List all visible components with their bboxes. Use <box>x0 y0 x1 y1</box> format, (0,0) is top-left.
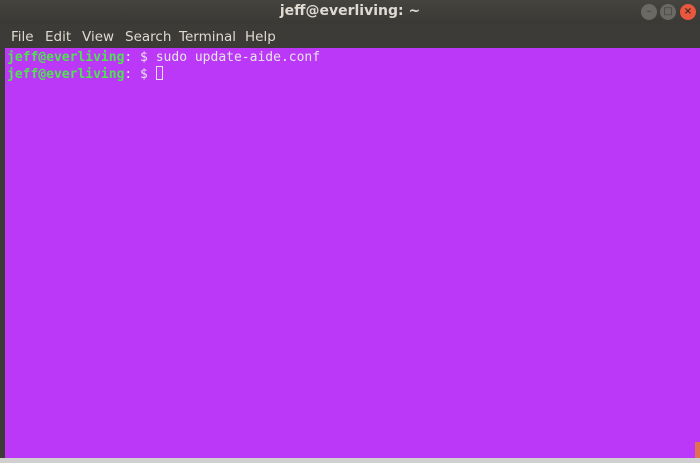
resize-handle[interactable] <box>695 442 700 458</box>
menu-terminal[interactable]: Terminal <box>179 29 236 45</box>
title-bar[interactable]: jeff@everliving: ~ – □ × <box>0 0 700 24</box>
prompt-user: jeff@everliving <box>7 50 125 65</box>
menu-help[interactable]: Help <box>245 29 276 45</box>
menu-file[interactable]: File <box>11 29 34 45</box>
prompt-symbol: $ <box>132 67 156 82</box>
minimize-icon: – <box>646 6 652 17</box>
close-button[interactable]: × <box>680 4 696 20</box>
terminal-line: jeff@everliving: $ <box>5 66 700 83</box>
terminal-area[interactable]: jeff@everliving: $ sudo update-aide.conf… <box>5 48 700 458</box>
maximize-icon: □ <box>663 6 673 17</box>
desktop-edge <box>0 458 700 463</box>
command-text: sudo update-aide.conf <box>155 50 321 65</box>
text-cursor <box>155 66 163 80</box>
terminal-line: jeff@everliving: $ sudo update-aide.conf <box>5 50 700 66</box>
maximize-button[interactable]: □ <box>660 4 676 20</box>
menu-bar: File Edit View Search Terminal Help <box>0 24 700 48</box>
close-icon: × <box>683 6 693 17</box>
minimize-button[interactable]: – <box>641 4 657 20</box>
window-title: jeff@everliving: ~ <box>279 3 421 19</box>
menu-view[interactable]: View <box>82 29 114 45</box>
prompt-user: jeff@everliving <box>7 67 125 82</box>
prompt-symbol: $ <box>132 50 156 65</box>
menu-edit[interactable]: Edit <box>45 29 71 45</box>
menu-search[interactable]: Search <box>125 29 171 45</box>
terminal-window: jeff@everliving: ~ – □ × File Edit View … <box>0 0 700 458</box>
